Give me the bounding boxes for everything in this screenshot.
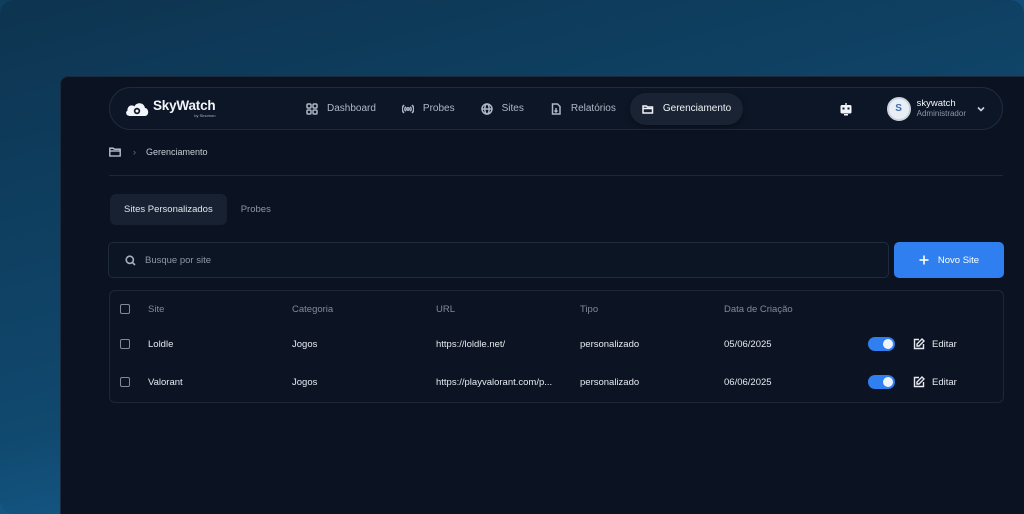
report-icon <box>551 102 561 115</box>
breadcrumb-separator: › <box>133 147 136 157</box>
row-checkbox[interactable] <box>120 377 130 387</box>
nav-item-label: Probes <box>422 103 455 114</box>
nav-item-relatorios[interactable]: Relatórios <box>538 93 628 125</box>
tab-probes[interactable]: Probes <box>227 194 285 225</box>
user-role: Administrador <box>916 109 966 119</box>
nav-item-label: Dashboard <box>327 103 376 114</box>
breadcrumb-current: Gerenciamento <box>146 147 208 157</box>
tab-sites-personalizados[interactable]: Sites Personalizados <box>110 194 227 225</box>
site-created-date: 06/06/2025 <box>724 376 772 388</box>
edit-button[interactable]: Editar <box>913 376 957 388</box>
row-checkbox[interactable] <box>120 339 130 349</box>
nav-item-dashboard[interactable]: Dashboard <box>294 93 388 125</box>
broadcast-icon <box>401 103 414 114</box>
table-row[interactable]: Valorant Jogos https://playvalorant.com/… <box>110 370 1003 394</box>
column-header-data[interactable]: Data de Criação <box>724 304 793 315</box>
user-info[interactable]: skywatch Administrador <box>917 98 966 120</box>
select-all-checkbox[interactable] <box>120 304 130 314</box>
folder-icon <box>642 104 654 114</box>
search-bar <box>108 242 889 278</box>
new-site-button[interactable]: Novo Site <box>894 242 1004 278</box>
grid-icon <box>306 102 318 115</box>
nav-item-label: Relatórios <box>570 103 616 114</box>
user-area: S skywatch Administrador <box>839 96 986 121</box>
folder-icon[interactable] <box>109 147 121 157</box>
site-type: personalizado <box>580 338 640 350</box>
table-header: Site Categoria URL Tipo Data de Criação <box>110 297 1003 321</box>
divider <box>109 175 1003 176</box>
app-window: SkyWatch by Sinomon Dashboard Probes Sit… <box>60 76 1024 514</box>
search-icon <box>125 254 136 266</box>
column-header-site[interactable]: Site <box>148 304 164 315</box>
edit-button[interactable]: Editar <box>913 338 957 350</box>
brand-subtitle: by Sinomon <box>194 112 216 118</box>
search-input[interactable] <box>145 254 745 266</box>
site-name: Valorant <box>148 376 183 388</box>
site-type: personalizado <box>580 376 640 388</box>
column-header-tipo[interactable]: Tipo <box>580 304 598 315</box>
nav-item-label: Gerenciamento <box>662 103 732 114</box>
globe-icon <box>480 102 493 115</box>
table-row[interactable]: Loldle Jogos https://loldle.net/ persona… <box>110 332 1003 356</box>
breadcrumb: › Gerenciamento <box>109 147 208 157</box>
site-enabled-toggle[interactable] <box>868 375 895 389</box>
nav-menu: Dashboard Probes Sites Relatórios Gerenc… <box>294 92 745 125</box>
edit-label: Editar <box>932 376 957 388</box>
edit-label: Editar <box>932 338 957 350</box>
bot-icon[interactable] <box>839 102 853 116</box>
site-category: Jogos <box>292 376 318 388</box>
user-name: skywatch <box>916 97 956 109</box>
tab-bar: Sites Personalizados Probes <box>110 194 285 225</box>
chevron-down-icon[interactable] <box>976 104 986 114</box>
sites-table: Site Categoria URL Tipo Data de Criação … <box>109 290 1004 403</box>
avatar[interactable]: S <box>886 96 911 121</box>
site-url: https://loldle.net/ <box>436 338 506 350</box>
site-name: Loldle <box>148 338 174 350</box>
top-navbar: SkyWatch by Sinomon Dashboard Probes Sit… <box>109 87 1003 130</box>
nav-item-label: Sites <box>501 103 524 114</box>
nav-item-sites[interactable]: Sites <box>469 93 536 125</box>
column-header-url[interactable]: URL <box>436 304 455 315</box>
plus-icon <box>919 255 929 265</box>
edit-icon <box>913 376 925 388</box>
site-created-date: 05/06/2025 <box>724 338 772 350</box>
nav-item-probes[interactable]: Probes <box>390 93 467 125</box>
site-category: Jogos <box>292 338 318 350</box>
brand-logo[interactable]: SkyWatch by Sinomon <box>124 99 284 119</box>
edit-icon <box>913 338 925 350</box>
new-site-label: Novo Site <box>937 254 980 266</box>
brand-name: SkyWatch <box>153 98 216 114</box>
nav-item-gerenciamento[interactable]: Gerenciamento <box>629 92 744 125</box>
column-header-categoria[interactable]: Categoria <box>292 304 333 315</box>
cloud-logo-icon <box>126 102 149 116</box>
site-enabled-toggle[interactable] <box>868 337 895 351</box>
site-url: https://playvalorant.com/p... <box>436 376 553 388</box>
